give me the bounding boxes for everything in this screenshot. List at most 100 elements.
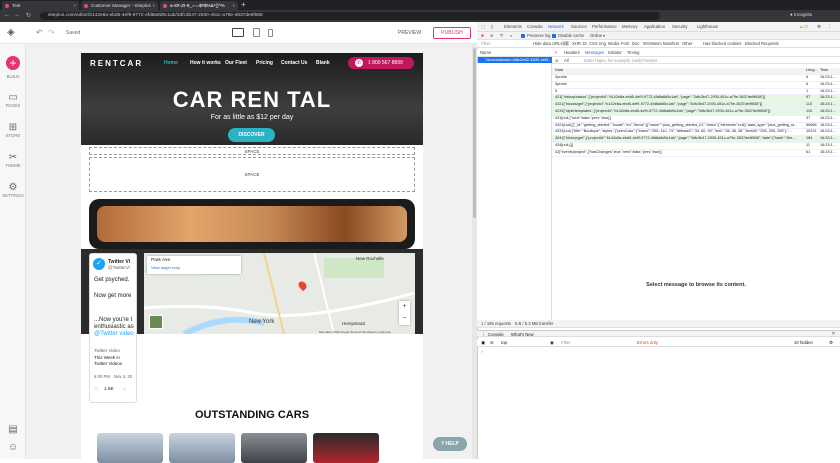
inspect-icon[interactable]: ⬚ — [481, 24, 485, 30]
satellite-toggle[interactable] — [149, 315, 163, 329]
sidebar-item-build[interactable]: BUILD — [0, 74, 26, 79]
nav-blank[interactable]: Blank — [316, 60, 330, 66]
tablet-view-icon[interactable] — [253, 28, 260, 37]
forward-icon[interactable]: → — [14, 12, 20, 18]
nav-home[interactable]: Home — [164, 60, 178, 66]
tab-security[interactable]: Security — [672, 24, 688, 29]
address-bar[interactable]: siteplus.com/editor/b142e8a-ebd5-4ef9-97… — [40, 12, 660, 20]
space-block[interactable]: SPACE — [89, 147, 415, 155]
google-map[interactable]: Park Ave View larger map New Rochelle Ne… — [144, 253, 415, 334]
back-icon[interactable]: ← — [4, 12, 10, 18]
message-row[interactable]: 5 1 16:23:1... — [552, 89, 840, 96]
more-icon[interactable]: ⋮ — [827, 24, 831, 30]
record-icon[interactable]: ● — [481, 33, 484, 39]
disable-cache-checkbox[interactable] — [552, 33, 556, 38]
browser-tab-test[interactable]: Test × — [2, 1, 79, 10]
undo-icon[interactable]: ↶ — [36, 28, 43, 37]
context-select[interactable]: top — [501, 340, 507, 345]
subtab-timing[interactable]: Timing — [627, 50, 639, 55]
tab-sources[interactable]: Sources — [571, 24, 587, 29]
nav-pricing[interactable]: Pricing — [256, 60, 273, 66]
space-block[interactable]: SPACE — [89, 157, 415, 192]
nav-our-fleet[interactable]: Our Fleet — [225, 60, 247, 66]
filter-icon[interactable]: ⛉ — [500, 33, 503, 38]
gear-icon[interactable]: ⚙ — [817, 24, 821, 30]
preview-button[interactable]: PREVIEW — [398, 30, 421, 36]
message-row[interactable]: 431[null,{"next":false,"prev":true}] 37 16… — [552, 116, 840, 123]
drawer-menu-icon[interactable]: ⋮ — [481, 332, 485, 338]
drawer-tab-whats-new[interactable]: What's New — [511, 332, 534, 337]
close-drawer-icon[interactable]: × — [832, 331, 835, 337]
subtab-initiator[interactable]: Initiator — [608, 50, 622, 55]
close-details-icon[interactable]: × — [555, 50, 557, 55]
heart-icon[interactable]: ♡ — [94, 387, 98, 393]
filter-input[interactable]: Filter — [481, 41, 490, 46]
tab-performance[interactable]: Performance — [592, 24, 617, 29]
console-filter-input[interactable]: Filter — [561, 340, 571, 345]
eye-icon[interactable]: ◉ — [550, 340, 554, 346]
gear-icon[interactable]: ⚙ — [829, 340, 833, 346]
desktop-view-icon[interactable] — [232, 28, 244, 37]
new-tab-button[interactable]: + — [241, 1, 246, 9]
close-tab-icon[interactable]: × — [232, 3, 235, 8]
message-row[interactable]: 4221["blocks/get",{"projectId":"b142e8a-… — [552, 102, 840, 109]
close-tab-icon[interactable]: × — [73, 3, 76, 8]
add-element-button[interactable]: + — [6, 56, 20, 70]
nav-contact-us[interactable]: Contact Us — [281, 60, 307, 66]
sidebar-item-theme[interactable]: ✂ THEME — [0, 152, 26, 168]
browser-tab-customer-manager[interactable]: Customer Manager - Siteplus × — [81, 1, 158, 10]
clear-icon[interactable]: ⊘ — [490, 33, 494, 38]
name-column-header[interactable]: Name — [480, 50, 491, 55]
view-larger-map-link[interactable]: View larger map — [151, 265, 237, 270]
message-row[interactable]: 4321[null,[{"_id":"getting_started","loc… — [552, 123, 840, 130]
reload-icon[interactable]: ↻ — [26, 12, 31, 19]
message-row[interactable]: 2probe 6 16:23:1... — [552, 75, 840, 82]
redo-icon[interactable]: ↷ — [48, 28, 55, 37]
tab-lighthouse[interactable]: Lighthouse — [697, 24, 718, 29]
subtab-messages[interactable]: Messages — [585, 50, 604, 55]
scrollbar-thumb[interactable] — [473, 48, 476, 218]
sidebar-item-pages[interactable]: ▭ PAGES — [0, 92, 26, 108]
reply-icon[interactable]: ◌ — [123, 387, 126, 393]
phone-button[interactable]: ✆ 1 800 567 8899 — [348, 57, 414, 69]
throttle-select[interactable]: Online — [590, 33, 602, 38]
nav-how-it-works[interactable]: How it works — [190, 60, 221, 66]
book-icon[interactable]: ▤ — [0, 424, 26, 435]
zoom-controls[interactable]: + − — [399, 301, 410, 325]
console-prompt-icon[interactable]: › — [481, 349, 483, 355]
search-icon[interactable]: ⌕ — [510, 33, 512, 38]
close-tab-icon[interactable]: × — [152, 3, 155, 8]
profile-icon[interactable]: ● Incognito — [790, 12, 812, 17]
warning-icon[interactable]: ▲22 — [799, 24, 808, 29]
layers-icon[interactable]: ◈ — [7, 27, 15, 38]
tab-network[interactable]: Network — [548, 24, 564, 29]
sidebar-item-settings[interactable]: ⚙ SETTINGS — [0, 182, 26, 198]
message-type-select[interactable]: All — [564, 58, 569, 63]
browser-tab-active[interactable]: a-sR-ZI-9_=-=$#$%&*()^% × — [160, 1, 238, 10]
help-button[interactable]: ? HELP — [433, 437, 467, 451]
message-row[interactable]: 3probe 6 16:23:1... — [552, 82, 840, 89]
clear-console-icon[interactable]: ⊘ — [490, 340, 494, 346]
device-toggle-icon[interactable]: ▯ — [491, 24, 493, 30]
food-image[interactable] — [97, 206, 407, 242]
sidebar-toggle-icon[interactable]: ▣ — [481, 340, 485, 346]
clear-messages-icon[interactable]: ⊘ — [555, 58, 559, 63]
tab-elements[interactable]: Elements — [504, 24, 522, 29]
publish-button[interactable]: PUBLISH — [433, 27, 471, 39]
discover-button[interactable]: DISCOVER — [228, 128, 275, 142]
account-icon[interactable]: ☺ — [0, 442, 26, 453]
message-row[interactable]: 421["history/status",{"projectId":"b142e… — [552, 95, 840, 103]
mobile-view-icon[interactable] — [268, 29, 273, 37]
subtab-headers[interactable]: Headers — [564, 50, 580, 55]
message-row[interactable]: 42["events/project",{"hasChanges":true,"… — [552, 150, 840, 157]
tab-console[interactable]: Console — [527, 24, 543, 29]
hero-section[interactable]: RENTCAR Home How it works Our Fleet Pric… — [81, 53, 423, 145]
tab-application[interactable]: Application — [644, 24, 665, 29]
message-row[interactable]: 4231["style/templates",{"projectId":"b14… — [552, 109, 840, 116]
site-logo[interactable]: RENTCAR — [90, 59, 143, 68]
preserve-log-checkbox[interactable] — [521, 33, 525, 38]
sidebar-item-store[interactable]: ⊞ STORE — [0, 122, 26, 138]
tab-memory[interactable]: Memory — [622, 24, 638, 29]
request-list[interactable] — [477, 63, 552, 320]
log-level-select[interactable]: Errors only — [637, 340, 658, 345]
